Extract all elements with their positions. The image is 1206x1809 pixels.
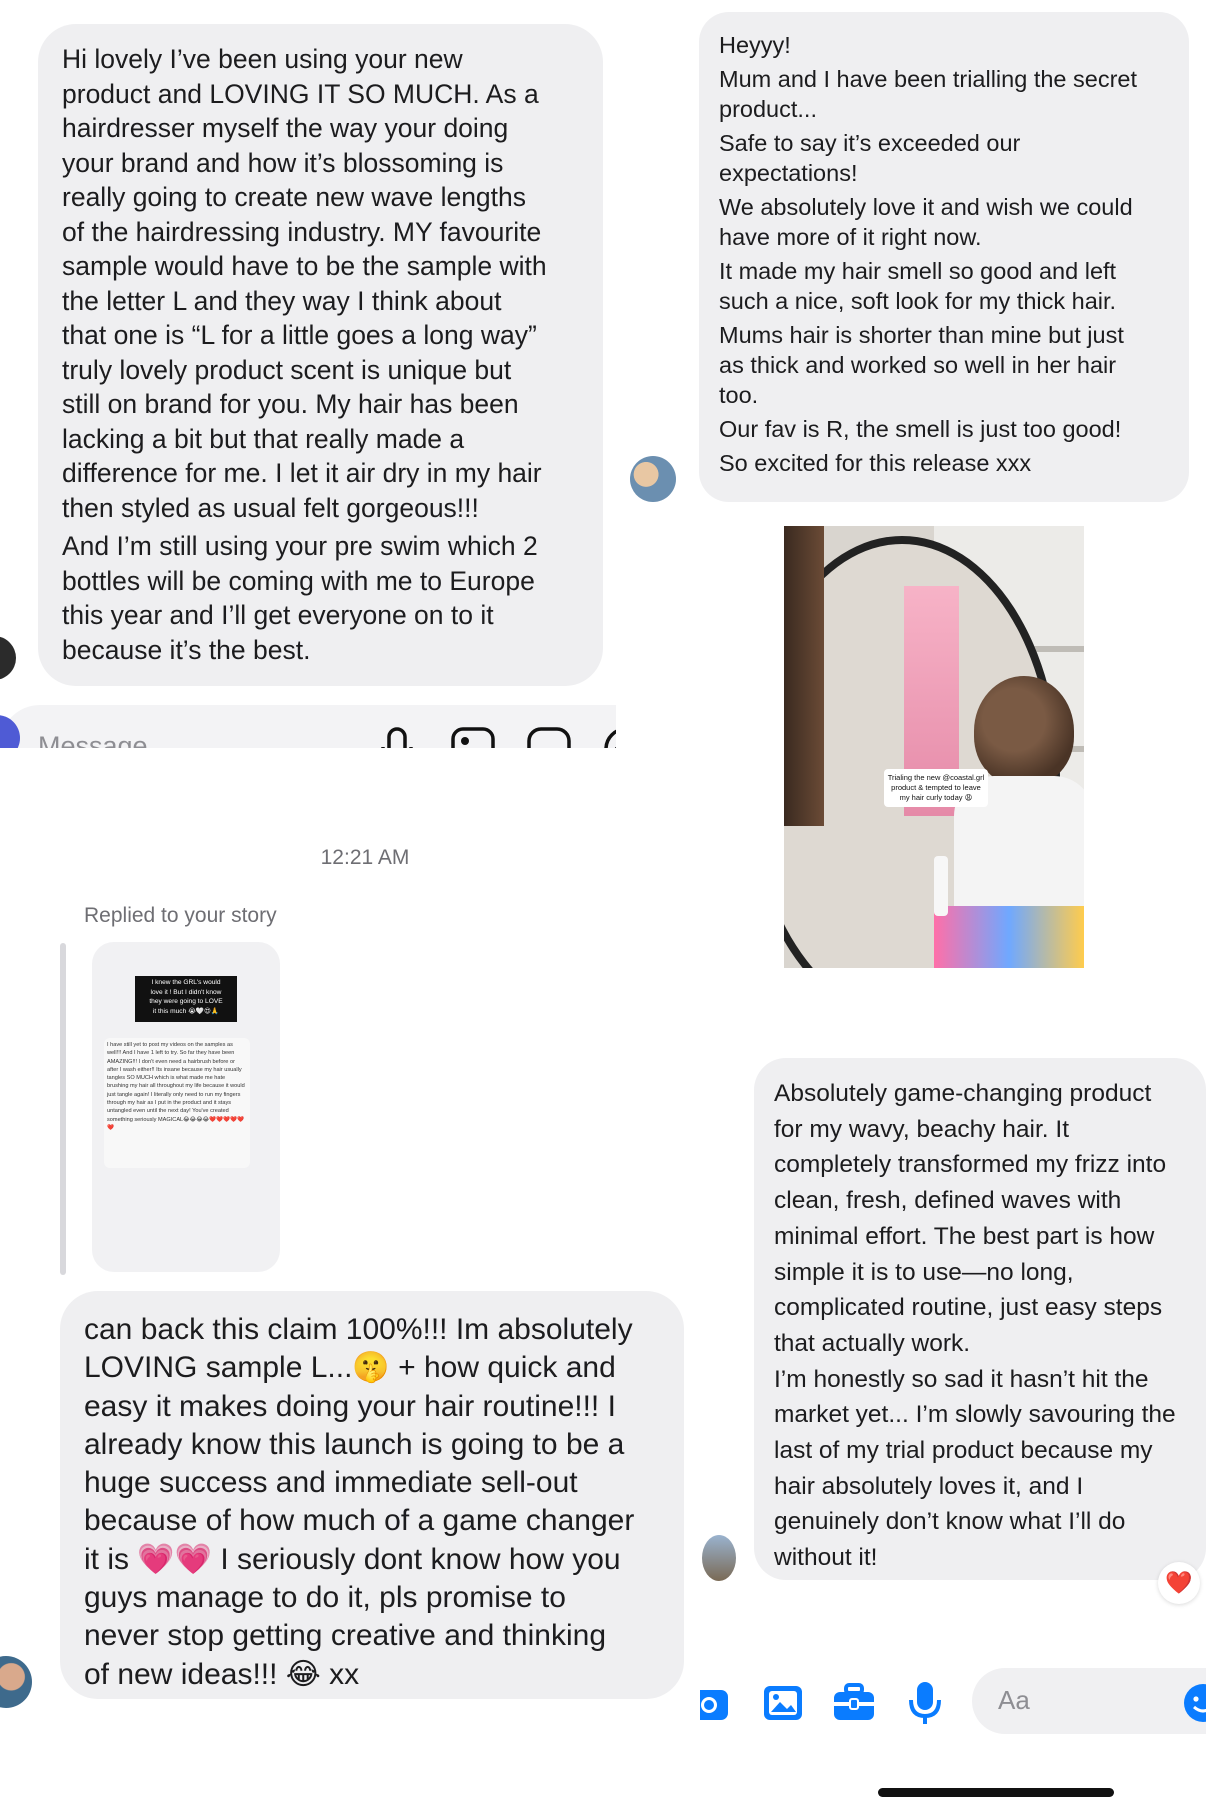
- story-reply-label: Replied to your story: [84, 904, 277, 927]
- message-text-2: I’m honestly so sad it hasn’t hit the ma…: [774, 1365, 1176, 1572]
- photo-foreground-hair: [784, 526, 824, 826]
- message-composer: Message: [0, 705, 690, 748]
- shared-photo[interactable]: Trialing the new @coastal.grl product & …: [784, 526, 1084, 968]
- panel-instagram-dm-top: Hi lovely I’ve been using your new produ…: [0, 0, 690, 748]
- message-line: It made my hair smell so good and left s…: [719, 258, 1117, 314]
- message-input[interactable]: Message: [38, 731, 148, 748]
- photo-bottle: [934, 856, 948, 916]
- message-bubble[interactable]: can back this claim 100%!!! Im absolutel…: [60, 1291, 684, 1699]
- image-icon[interactable]: [450, 725, 496, 748]
- home-indicator[interactable]: [878, 1788, 1114, 1797]
- message-bubble[interactable]: Heyyy! Mum and I have been trialling the…: [699, 12, 1189, 502]
- panel-messenger: Absolutely game-changing product for my …: [700, 1000, 1206, 1809]
- mic-icon[interactable]: [908, 1680, 942, 1731]
- panel-story-reply: 12:21 AM Replied to your story I knew th…: [0, 748, 700, 1809]
- heart-icon: ❤️: [1165, 1570, 1193, 1595]
- message-line: So excited for this release xxx: [719, 450, 1032, 476]
- messenger-composer: Aa: [700, 1668, 1206, 1740]
- camera-button[interactable]: [0, 715, 20, 748]
- message-line: Our fav is R, the smell is just too good…: [719, 416, 1122, 442]
- story-body-box: I have still yet to post my videos on th…: [104, 1038, 250, 1168]
- briefcase-icon[interactable]: [832, 1682, 876, 1729]
- photo-magazines: [934, 906, 1084, 968]
- timestamp: 12:21 AM: [320, 846, 410, 869]
- story-thumbnail[interactable]: I knew the GRL's would love it ! But I d…: [92, 942, 280, 1272]
- message-text: Hi lovely I’ve been using your new produ…: [62, 44, 547, 523]
- message-bubble[interactable]: Absolutely game-changing product for my …: [754, 1058, 1206, 1580]
- message-input[interactable]: Aa: [972, 1668, 1206, 1734]
- mic-icon[interactable]: [380, 725, 414, 748]
- avatar[interactable]: [0, 636, 16, 680]
- camera-icon[interactable]: [700, 1682, 730, 1729]
- photo-caption-text: Trialing the new @coastal.grl product & …: [887, 773, 985, 802]
- sticker-icon[interactable]: [526, 725, 572, 748]
- message-text: Absolutely game-changing product for my …: [774, 1080, 1167, 1357]
- message-line: Heyyy!: [719, 32, 791, 58]
- emoji-icon[interactable]: [1182, 1682, 1206, 1729]
- panel-dm-with-photo: Heyyy! Mum and I have been trialling the…: [616, 0, 1206, 1000]
- photo-caption: Trialing the new @coastal.grl product & …: [884, 769, 988, 807]
- avatar[interactable]: [702, 1535, 736, 1581]
- message-lines: Heyyy! Mum and I have been trialling the…: [719, 30, 1169, 478]
- story-reply-line: [60, 943, 66, 1275]
- message-line: Mums hair is shorter than mine but just …: [719, 322, 1124, 408]
- message-line: We absolutely love it and wish we could …: [719, 194, 1133, 250]
- message-text: can back this claim 100%!!! Im absolutel…: [84, 1313, 635, 1691]
- heart-reaction[interactable]: ❤️: [1158, 1562, 1200, 1604]
- story-headline-box: I knew the GRL's would love it ! But I d…: [135, 976, 237, 1022]
- message-line: Mum and I have been trialling the secret…: [719, 66, 1138, 122]
- avatar[interactable]: [0, 1656, 32, 1708]
- message-text-2: And I’m still using your pre swim which …: [62, 531, 538, 665]
- message-line: Safe to say it’s exceeded our expectatio…: [719, 130, 1021, 186]
- avatar[interactable]: [630, 456, 676, 502]
- photo-person-hair: [974, 676, 1074, 786]
- message-input-placeholder: Aa: [998, 1685, 1030, 1715]
- story-headline: I knew the GRL's would love it ! But I d…: [149, 979, 223, 1015]
- image-icon[interactable]: [762, 1682, 804, 1729]
- story-body: I have still yet to post my videos on th…: [107, 1042, 245, 1131]
- message-bubble[interactable]: Hi lovely I’ve been using your new produ…: [38, 24, 603, 686]
